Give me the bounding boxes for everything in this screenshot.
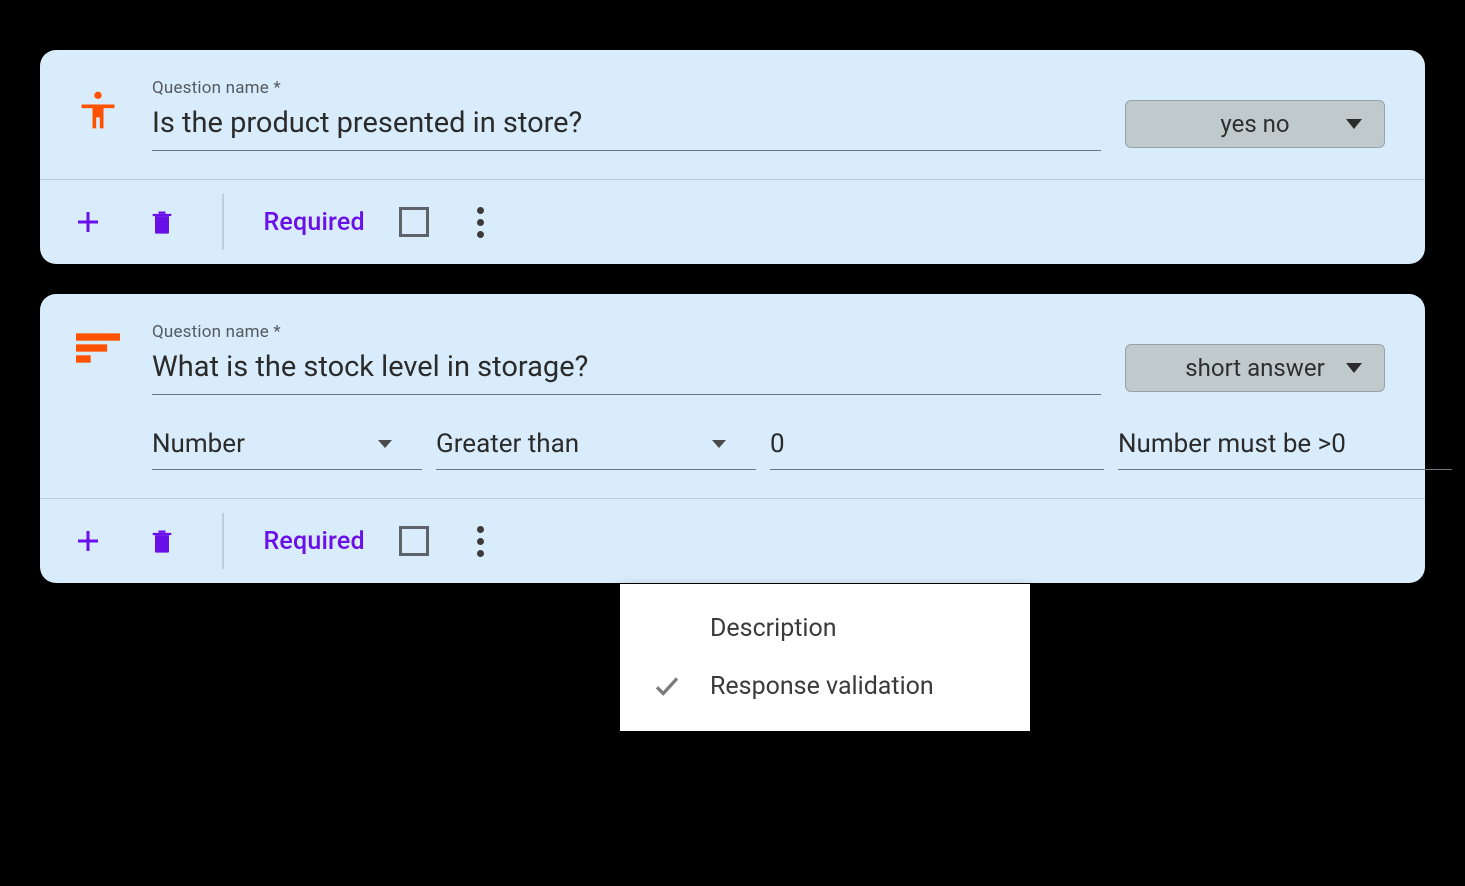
add-button[interactable] (68, 521, 108, 561)
more-options-button[interactable] (463, 201, 498, 244)
validation-row: Number Greater than (40, 423, 1425, 498)
question-name-input[interactable] (152, 346, 1101, 395)
required-label: Required (264, 527, 365, 556)
divider (222, 194, 224, 250)
question-body: Question name * (152, 78, 1101, 151)
chevron-down-icon (712, 440, 726, 448)
person-icon (68, 78, 128, 132)
required-label: Required (264, 208, 365, 237)
menu-item-response-validation[interactable]: Response validation (620, 657, 1030, 715)
question-card: Question name * yes no (40, 50, 1425, 264)
question-type-container: yes no (1125, 78, 1385, 148)
validation-condition-value: Greater than (436, 429, 579, 459)
chevron-down-icon (1346, 363, 1362, 373)
validation-condition-select[interactable]: Greater than (436, 423, 756, 470)
validation-type-value: Number (152, 429, 245, 459)
question-header: Question name * short answer (40, 294, 1425, 423)
required-checkbox[interactable] (399, 526, 429, 556)
more-options-menu: Description Response validation (620, 584, 1030, 731)
menu-item-label: Description (710, 614, 837, 643)
question-card: Question name * short answer Number Grea… (40, 294, 1425, 583)
menu-item-description[interactable]: Description (620, 600, 1030, 657)
validation-error-message-input[interactable] (1118, 423, 1452, 470)
question-body: Question name * (152, 322, 1101, 395)
question-header: Question name * yes no (40, 50, 1425, 179)
required-checkbox[interactable] (399, 207, 429, 237)
delete-button[interactable] (142, 202, 182, 242)
question-type-value: short answer (1185, 354, 1324, 382)
short-text-icon (68, 322, 128, 364)
divider (222, 513, 224, 569)
question-footer: Required (40, 179, 1425, 264)
question-type-container: short answer (1125, 322, 1385, 392)
chevron-down-icon (1346, 119, 1362, 129)
menu-item-label: Response validation (710, 672, 934, 701)
delete-button[interactable] (142, 521, 182, 561)
question-type-select[interactable]: short answer (1125, 344, 1385, 392)
validation-type-select[interactable]: Number (152, 423, 422, 470)
question-name-label: Question name * (152, 78, 1101, 98)
validation-value-input[interactable] (770, 423, 1104, 470)
question-name-label: Question name * (152, 322, 1101, 342)
question-type-select[interactable]: yes no (1125, 100, 1385, 148)
add-button[interactable] (68, 202, 108, 242)
chevron-down-icon (378, 440, 392, 448)
question-type-value: yes no (1220, 110, 1289, 138)
question-footer: Required (40, 498, 1425, 583)
question-name-input[interactable] (152, 102, 1101, 151)
check-icon (650, 671, 684, 701)
more-options-button[interactable] (463, 520, 498, 563)
